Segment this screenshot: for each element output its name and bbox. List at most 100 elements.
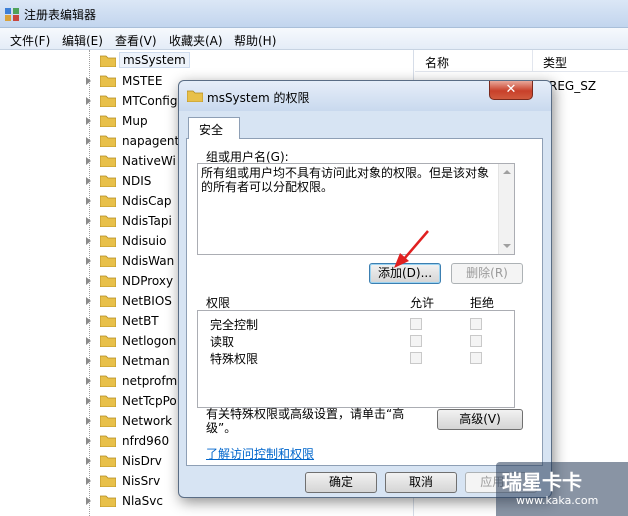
tree-item-label: Netman [122, 354, 170, 368]
tree-item-label: NDIS [122, 174, 152, 188]
expand-arrow-icon[interactable] [86, 457, 91, 465]
menu-view[interactable]: 查看(V) [115, 32, 157, 49]
red-annotation-arrow-icon [394, 230, 429, 268]
folder-icon [100, 215, 116, 227]
expand-arrow-icon[interactable] [86, 137, 91, 145]
deny-special-checkbox[interactable] [470, 352, 482, 364]
folder-icon [100, 175, 116, 187]
empty-list-message: 所有组或用户均不具有访问此对象的权限。但是该对象的所有者可以分配权限。 [201, 166, 490, 194]
column-header-name[interactable]: 名称 [415, 50, 533, 72]
expand-arrow-icon[interactable] [86, 377, 91, 385]
scroll-down-icon[interactable] [503, 244, 511, 248]
expand-arrow-icon[interactable] [86, 257, 91, 265]
tree-item-label: NDProxy [122, 274, 174, 288]
menu-help[interactable]: 帮助(H) [234, 32, 276, 49]
tree-item[interactable]: msSystem [86, 51, 416, 71]
title-bar: 注册表编辑器 [0, 0, 628, 28]
expand-arrow-icon[interactable] [86, 237, 91, 245]
column-header-type[interactable]: 类型 [533, 50, 628, 72]
group-users-list[interactable]: 所有组或用户均不具有访问此对象的权限。但是该对象的所有者可以分配权限。 [197, 163, 515, 255]
close-button[interactable]: ✕ [489, 81, 533, 100]
watermark-url: www.kaka.com [516, 494, 599, 507]
tree-item-label: NisDrv [122, 454, 162, 468]
expand-arrow-icon[interactable] [86, 417, 91, 425]
permissions-dialog: msSystem 的权限 ✕ 安全 组或用户名(G): 所有组或用户均不具有访问… [178, 80, 552, 498]
folder-icon [100, 75, 116, 87]
perm-row-read: 读取 [198, 332, 514, 350]
expand-arrow-icon[interactable] [86, 437, 91, 445]
tree-item-label: napagent [122, 134, 180, 148]
tree-item-label: nfrd960 [122, 434, 170, 448]
expand-arrow-icon[interactable] [86, 317, 91, 325]
expand-arrow-icon[interactable] [86, 337, 91, 345]
folder-icon [100, 155, 116, 167]
expand-arrow-icon[interactable] [86, 397, 91, 405]
tree-item-label: netprofm [122, 374, 178, 388]
tree-item-label: Mup [122, 114, 148, 128]
allow-special-checkbox[interactable] [410, 352, 422, 364]
tree-item-label: Ndisuio [122, 234, 167, 248]
folder-icon [100, 235, 116, 247]
expand-arrow-icon[interactable] [86, 157, 91, 165]
menu-favorites[interactable]: 收藏夹(A) [169, 32, 223, 49]
folder-icon [100, 195, 116, 207]
registry-editor-window: 注册表编辑器 文件(F) 编辑(E) 查看(V) 收藏夹(A) 帮助(H) ms… [0, 0, 628, 516]
allow-full-control-checkbox[interactable] [410, 318, 422, 330]
expand-arrow-icon[interactable] [86, 77, 91, 85]
menu-bar: 文件(F) 编辑(E) 查看(V) 收藏夹(A) 帮助(H) [0, 28, 628, 50]
expand-arrow-icon[interactable] [86, 277, 91, 285]
watermark-brand: 瑞星卡卡 [502, 470, 582, 494]
ok-button[interactable]: 确定 [305, 472, 377, 493]
allow-read-checkbox[interactable] [410, 335, 422, 347]
tree-item-label: NdisTapi [122, 214, 172, 228]
advanced-button[interactable]: 高级(V) [437, 409, 523, 430]
cancel-button[interactable]: 取消 [385, 472, 457, 493]
deny-read-checkbox[interactable] [470, 335, 482, 347]
expand-arrow-icon[interactable] [86, 357, 91, 365]
permissions-label: 权限 [206, 296, 231, 310]
expand-arrow-icon[interactable] [86, 497, 91, 505]
expand-arrow-icon[interactable] [86, 477, 91, 485]
watermark-logo: 瑞星卡卡 www.kaka.com [496, 462, 628, 516]
menu-edit[interactable]: 编辑(E) [62, 32, 103, 49]
expand-arrow-icon[interactable] [86, 297, 91, 305]
tab-security[interactable]: 安全 [188, 117, 240, 139]
remove-button[interactable]: 删除(R) [451, 263, 523, 284]
list-scrollbar[interactable] [498, 164, 514, 254]
expand-arrow-icon[interactable] [86, 97, 91, 105]
expand-arrow-icon[interactable] [86, 177, 91, 185]
folder-icon [187, 90, 203, 102]
value-type-cell: REG_SZ [549, 79, 597, 93]
expand-arrow-icon[interactable] [86, 117, 91, 125]
folder-icon [100, 375, 116, 387]
learn-access-control-link[interactable]: 了解访问控制和权限 [206, 445, 314, 462]
folder-icon [100, 115, 116, 127]
tree-item-label: Network [122, 414, 173, 428]
expand-arrow-icon[interactable] [86, 217, 91, 225]
folder-icon [100, 55, 116, 67]
close-icon: ✕ [505, 82, 517, 97]
tree-item-label: NdisCap [122, 194, 172, 208]
scroll-up-icon[interactable] [503, 170, 511, 174]
regedit-icon [5, 8, 19, 21]
deny-header: 拒绝 [470, 296, 495, 310]
perm-row-special: 特殊权限 [198, 349, 514, 367]
allow-header: 允许 [410, 296, 435, 310]
deny-full-control-checkbox[interactable] [470, 318, 482, 330]
window-title: 注册表编辑器 [24, 8, 97, 22]
folder-icon [100, 95, 116, 107]
advanced-hint: 有关特殊权限或高级设置，请单击“高级”。 [206, 407, 405, 435]
folder-icon [100, 275, 116, 287]
folder-icon [100, 135, 116, 147]
folder-icon [100, 295, 116, 307]
tree-item-label: NdisWan [122, 254, 175, 268]
tree-item-label: NetTcpPo [122, 394, 177, 408]
folder-icon [100, 355, 116, 367]
tree-item-label: Netlogon [122, 334, 177, 348]
expand-arrow-icon[interactable] [86, 197, 91, 205]
tree-item-label: NetBIOS [122, 294, 172, 308]
dialog-title: msSystem 的权限 [207, 91, 310, 105]
tree-item-label: NlaSvc [122, 494, 163, 508]
folder-icon [100, 395, 116, 407]
menu-file[interactable]: 文件(F) [10, 32, 50, 49]
